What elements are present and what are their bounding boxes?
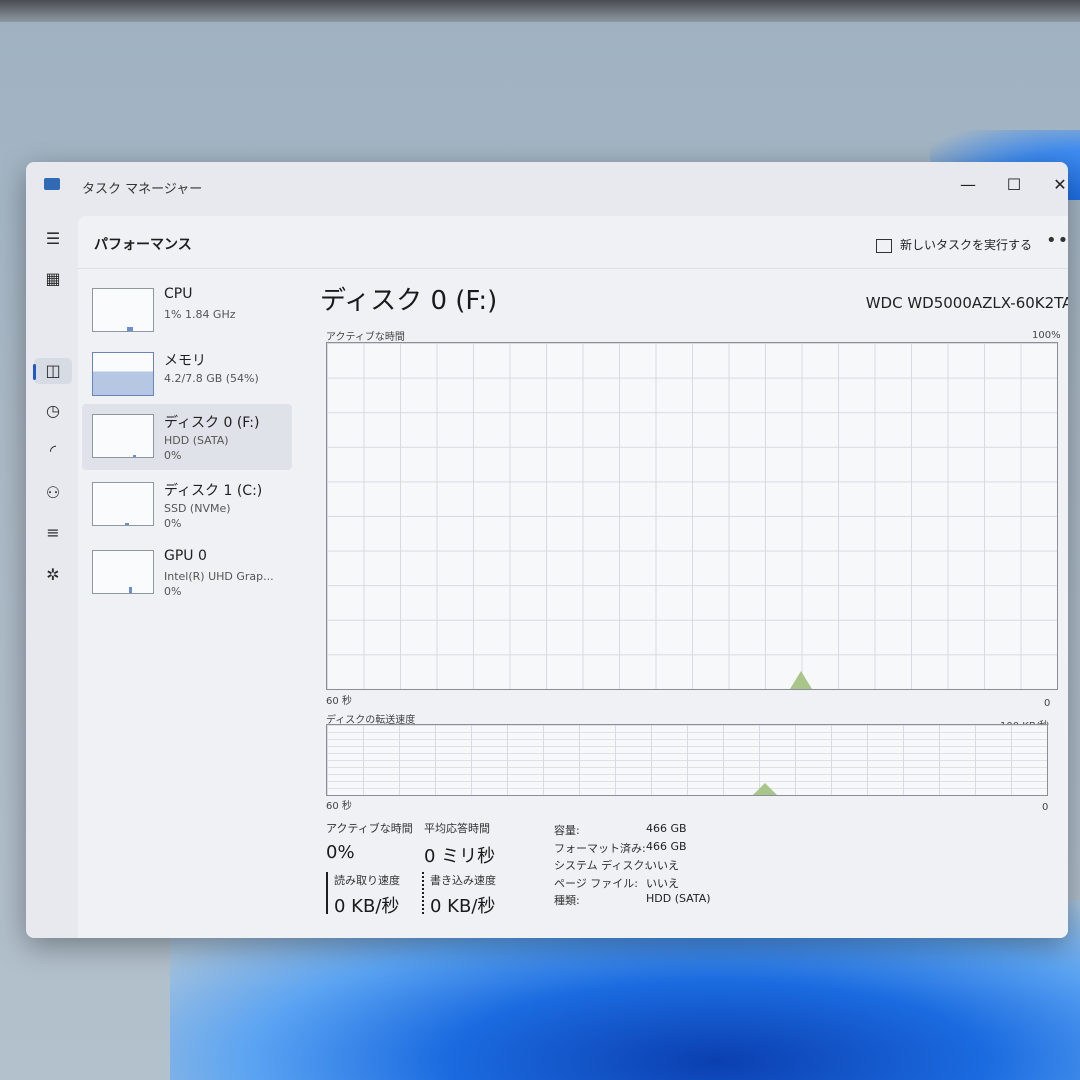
kv-key: 種類: bbox=[554, 894, 580, 907]
read-speed-indicator bbox=[326, 872, 328, 914]
maximize-button[interactable]: ☐ bbox=[994, 170, 1034, 200]
device-subtitle: SSD (NVMe) bbox=[164, 502, 231, 515]
write-speed-value: 0 KB/秒 bbox=[430, 896, 496, 917]
kv-value: 466 GB bbox=[646, 822, 687, 835]
kv-key: 容量: bbox=[554, 824, 580, 837]
active-time-label: アクティブな時間 bbox=[326, 822, 413, 835]
cpu-thumbnail-graph bbox=[92, 288, 154, 332]
task-manager-window: タスク マネージャー — ☐ ✕ ☰ ▦ ◫ ◷ ◜ ⚇ ≡ ✲ ⚙ パフォーマ… bbox=[26, 162, 1068, 938]
active-time-value: 0% bbox=[326, 842, 355, 863]
graph1-time-right: 0 bbox=[1044, 698, 1051, 709]
content-pane: パフォーマンス 新しいタスクを実行する ••• CPU 1% 1.84 GHz … bbox=[78, 216, 1068, 938]
active-indicator bbox=[33, 364, 36, 380]
startup-icon[interactable]: ◜ bbox=[40, 438, 66, 464]
device-subtitle: Intel(R) UHD Grap... bbox=[164, 570, 274, 583]
disk-stats: アクティブな時間 0% 平均応答時間 0 ミリ秒 読み取り速度 0 KB/秒 書… bbox=[326, 820, 1068, 938]
device-name: ディスク 0 (F:) bbox=[164, 415, 260, 431]
device-name: GPU 0 bbox=[164, 548, 207, 564]
disk-detail-panel: ディスク 0 (F:) WDC WD5000AZLX-60K2TA0 アクティブ… bbox=[310, 270, 1068, 938]
kv-key: ページ ファイル: bbox=[554, 877, 638, 890]
new-task-icon bbox=[876, 238, 892, 253]
device-item-disk1[interactable]: ディスク 1 (C:) SSD (NVMe) 0% bbox=[82, 472, 292, 536]
device-item-memory[interactable]: メモリ 4.2/7.8 GB (54%) bbox=[82, 342, 292, 406]
processes-icon[interactable]: ▦ bbox=[40, 266, 66, 292]
users-icon[interactable]: ⚇ bbox=[40, 480, 66, 506]
close-button[interactable]: ✕ bbox=[1040, 170, 1068, 200]
kv-value: いいえ bbox=[646, 877, 679, 890]
disk-model: WDC WD5000AZLX-60K2TA0 bbox=[865, 294, 1068, 312]
active-time-graph bbox=[326, 342, 1058, 690]
device-subtitle: 4.2/7.8 GB (54%) bbox=[164, 372, 259, 385]
write-speed-label: 書き込み速度 bbox=[430, 874, 496, 887]
transfer-spike bbox=[753, 783, 777, 795]
details-icon[interactable]: ≡ bbox=[40, 520, 66, 546]
disk1-thumbnail-graph bbox=[92, 482, 154, 526]
services-icon[interactable]: ✲ bbox=[40, 562, 66, 588]
task-manager-icon bbox=[44, 178, 60, 190]
disk0-thumbnail-graph bbox=[92, 414, 154, 458]
page-title: パフォーマンス bbox=[94, 237, 192, 253]
menu-icon[interactable]: ☰ bbox=[40, 226, 66, 252]
active-time-graph-label: アクティブな時間 bbox=[326, 332, 405, 343]
performance-icon[interactable]: ◫ bbox=[34, 358, 72, 384]
device-name: ディスク 1 (C:) bbox=[164, 483, 263, 499]
graph2-time-left: 60 秒 bbox=[326, 801, 352, 812]
title-bar: タスク マネージャー — ☐ ✕ bbox=[26, 162, 1068, 212]
kv-key: フォーマット済み: bbox=[554, 842, 646, 855]
kv-key: システム ディスク: bbox=[554, 859, 649, 872]
memory-thumbnail-graph bbox=[92, 352, 154, 396]
header-divider bbox=[78, 268, 1068, 269]
transfer-rate-graph bbox=[326, 724, 1048, 796]
disk-title: ディスク 0 (F:) bbox=[320, 286, 498, 316]
kv-value: 466 GB bbox=[646, 840, 687, 853]
monitor-bezel bbox=[0, 0, 1080, 22]
device-name: メモリ bbox=[164, 353, 206, 369]
response-time-value: 0 ミリ秒 bbox=[424, 846, 496, 867]
navigation-pane: ☰ ▦ ◫ ◷ ◜ ⚇ ≡ ✲ ⚙ bbox=[26, 212, 78, 938]
device-name: CPU bbox=[164, 286, 193, 302]
kv-value: HDD (SATA) bbox=[646, 892, 711, 905]
device-subtitle: HDD (SATA) bbox=[164, 434, 229, 447]
graph1-time-left: 60 秒 bbox=[326, 696, 352, 707]
device-usage: 0% bbox=[164, 517, 182, 530]
read-speed-label: 読み取り速度 bbox=[334, 874, 400, 887]
window-title: タスク マネージャー bbox=[82, 182, 203, 197]
more-options-button[interactable]: ••• bbox=[1046, 230, 1068, 251]
new-task-label: 新しいタスクを実行する bbox=[900, 238, 1033, 252]
activity-spike bbox=[790, 671, 812, 689]
response-time-label: 平均応答時間 bbox=[424, 822, 490, 835]
read-speed-value: 0 KB/秒 bbox=[334, 896, 400, 917]
device-item-cpu[interactable]: CPU 1% 1.84 GHz bbox=[82, 278, 292, 342]
device-subtitle: 1% 1.84 GHz bbox=[164, 308, 236, 321]
device-usage: 0% bbox=[164, 449, 182, 462]
minimize-button[interactable]: — bbox=[948, 170, 988, 200]
graph2-time-right: 0 bbox=[1042, 802, 1049, 813]
device-item-gpu0[interactable]: GPU 0 Intel(R) UHD Grap... 0% bbox=[82, 540, 292, 604]
gpu-thumbnail-graph bbox=[92, 550, 154, 594]
device-item-disk0[interactable]: ディスク 0 (F:) HDD (SATA) 0% bbox=[82, 404, 292, 470]
device-usage: 0% bbox=[164, 585, 182, 598]
active-time-graph-max: 100% bbox=[1032, 330, 1061, 341]
kv-value: いいえ bbox=[646, 859, 679, 872]
app-history-icon[interactable]: ◷ bbox=[40, 398, 66, 424]
write-speed-indicator bbox=[422, 872, 424, 914]
new-task-button[interactable]: 新しいタスクを実行する bbox=[876, 236, 1032, 253]
